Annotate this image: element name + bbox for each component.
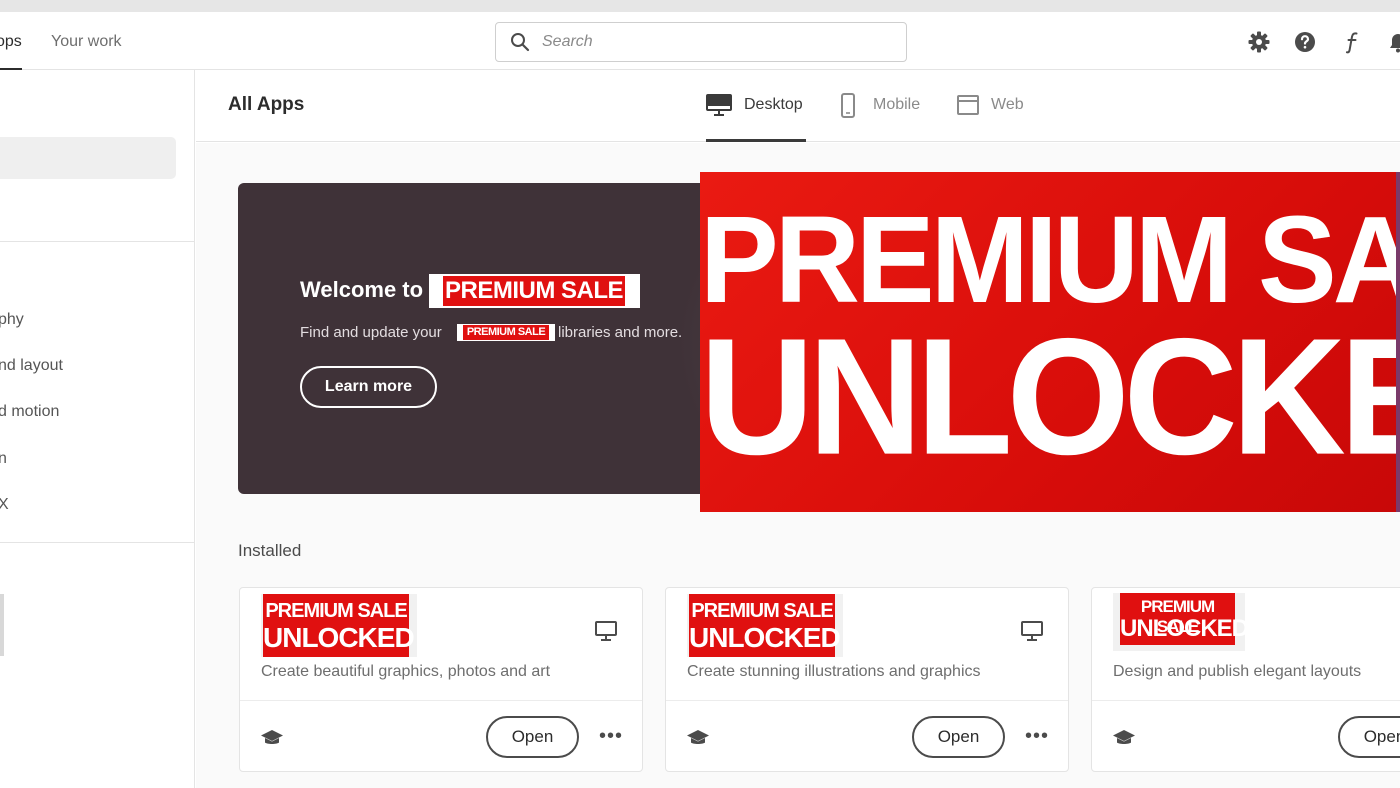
graduation-cap-icon[interactable] [260, 726, 284, 750]
help-icon[interactable] [1293, 30, 1317, 54]
web-icon [957, 95, 979, 115]
sidebar-divider [0, 241, 195, 242]
app-card-sticker-red: PREMIUM SALE UNLOCKED [263, 594, 415, 657]
app-card-sticker-line1: PREMIUM SALE [265, 600, 407, 622]
nav-tab-your-work[interactable]: Your work [51, 12, 122, 70]
app-card-sticker-line2: UNLOCKED [263, 622, 415, 653]
sticker-overlay-subtitle: PREMIUM SALE [457, 324, 555, 341]
app-card-sticker-red: PREMIUM SALE UNLOCKED [1120, 593, 1249, 645]
nav-tab-apps[interactable]: ops [0, 12, 22, 70]
window-top-strip [0, 0, 1400, 12]
page-title: All Apps [228, 94, 305, 115]
fonts-icon[interactable] [1341, 30, 1365, 54]
app-card-sticker-line1: PREMIUM SALE [691, 600, 833, 622]
desktop-icon [706, 94, 732, 116]
promo-line2: UNLOCKED [700, 304, 1396, 490]
graduation-cap-icon[interactable] [1112, 726, 1136, 750]
app-card: PREMIUM SALE UNLOCKED Design and publish… [1091, 587, 1400, 772]
nav-tab-apps-label: ops [0, 33, 22, 50]
sticker-overlay-title-text: PREMIUM SALE [443, 276, 625, 306]
welcome-subtitle-prefix: Find and update your [300, 324, 442, 341]
app-card-sticker: PREMIUM SALE UNLOCKED [687, 594, 843, 657]
more-options-icon[interactable]: ••• [1025, 726, 1049, 746]
open-button[interactable]: Open [912, 716, 1005, 758]
top-header: ops Your work Search [0, 12, 1400, 70]
sidebar: phy nd layout d motion n X [0, 70, 195, 788]
app-card-description: Create stunning illustrations and graphi… [687, 663, 981, 680]
app-card-sticker-red: PREMIUM SALE UNLOCKED [689, 594, 841, 657]
welcome-title: Welcome to [300, 277, 423, 303]
search-icon [511, 33, 530, 52]
app-card-sticker: PREMIUM SALE UNLOCKED [261, 594, 417, 657]
app-card: PREMIUM SALE UNLOCKED Create stunning il… [665, 587, 1069, 772]
learn-more-button[interactable]: Learn more [300, 366, 437, 408]
desktop-icon [1021, 621, 1043, 641]
banner-art-edge [1396, 172, 1400, 512]
tab-desktop[interactable]: Desktop [706, 70, 806, 142]
app-card-sticker-line2: UNLOCKED [1120, 615, 1249, 642]
promo-sticker: PREMIUM SALE UNLOCKED [700, 172, 1396, 512]
welcome-subtitle-suffix: libraries and more. [558, 324, 683, 341]
app-card-divider [1092, 700, 1400, 701]
sidebar-divider [0, 542, 195, 543]
search-input[interactable]: Search [495, 22, 907, 62]
sidebar-item-graphic-design-and-layout[interactable]: nd layout [0, 357, 63, 375]
open-button[interactable]: Open [486, 716, 579, 758]
main-header: All Apps Desktop Mobile Web [196, 70, 1400, 142]
sidebar-item-video-and-motion[interactable]: d motion [0, 403, 59, 421]
sidebar-item-photography[interactable]: phy [0, 311, 24, 329]
tab-desktop-underline [706, 139, 806, 142]
sidebar-partial-item [0, 594, 4, 656]
nav-tab-your-work-label: Your work [51, 33, 122, 50]
app-card-description: Create beautiful graphics, photos and ar… [261, 663, 551, 680]
desktop-icon [595, 621, 617, 641]
mobile-icon [841, 93, 855, 118]
open-button[interactable]: Open [1338, 716, 1400, 758]
tab-desktop-label: Desktop [744, 96, 803, 113]
bell-icon[interactable] [1386, 30, 1400, 54]
sticker-overlay-subtitle-text: PREMIUM SALE [463, 325, 549, 340]
tab-mobile[interactable]: Mobile [836, 70, 936, 142]
installed-section-title: Installed [238, 541, 302, 560]
sidebar-item-selected[interactable] [0, 137, 176, 179]
app-card-description: Design and publish elegant layouts [1113, 663, 1362, 680]
graduation-cap-icon[interactable] [686, 726, 710, 750]
sidebar-item-ui-ux[interactable]: X [0, 496, 9, 514]
more-options-icon[interactable]: ••• [599, 726, 623, 746]
tab-mobile-label: Mobile [873, 96, 921, 113]
welcome-subtitle: Find and update your [300, 324, 442, 341]
app-card-sticker-line2: UNLOCKED [689, 622, 841, 653]
sidebar-item-illustration[interactable]: n [0, 450, 7, 468]
search-placeholder: Search [542, 33, 593, 50]
sticker-overlay-title: PREMIUM SALE [429, 274, 640, 308]
welcome-title-prefix: Welcome to [300, 277, 424, 302]
gear-icon[interactable] [1247, 30, 1271, 54]
app-card-sticker: PREMIUM SALE UNLOCKED [1113, 593, 1249, 651]
tab-web-label: Web [991, 96, 1024, 113]
tab-web[interactable]: Web [956, 70, 1036, 142]
app-card-divider [666, 700, 1068, 701]
app-card: PREMIUM SALE UNLOCKED Create beautiful g… [239, 587, 643, 772]
app-card-divider [240, 700, 642, 701]
